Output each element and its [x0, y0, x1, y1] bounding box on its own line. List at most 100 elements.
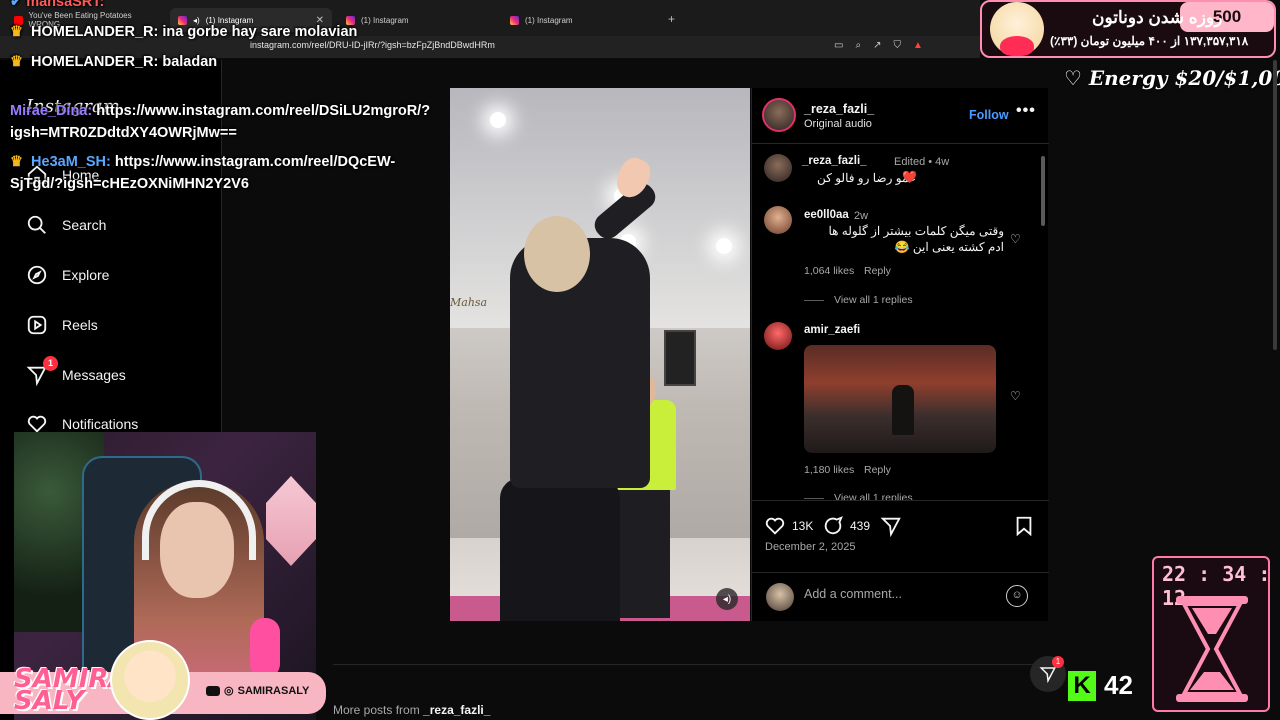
bookmark-icon [1016, 516, 1032, 537]
audio-label[interactable]: Original audio [804, 118, 872, 130]
follow-button[interactable]: Follow [969, 108, 1009, 122]
nav-label: Messages [62, 367, 126, 383]
instagram-icon: ◎ [224, 685, 234, 697]
replies-divider [804, 300, 824, 301]
share-icon[interactable]: ↗ [873, 40, 881, 51]
scroll-thumb[interactable] [1041, 156, 1045, 226]
heart-icon [765, 517, 785, 535]
comment-likes[interactable]: 1,064 likes [804, 265, 854, 277]
url-text[interactable]: instagram.com/reel/DRU-ID-jIRr/?igsh=bzF… [250, 40, 495, 50]
chat-username: HOMELANDER_R: [31, 54, 159, 70]
reel-details-panel: _reza_fazli_ Original audio Follow ••• _… [751, 88, 1049, 621]
chat-message: igsh=MTR0ZDdtdXY4OWRjMw== [10, 125, 237, 141]
chat-text: https://www.instagram.com/reel/DSiLU2mgr… [96, 103, 431, 119]
screen-cast-icon[interactable]: ▭ [834, 40, 843, 51]
instagram-icon [510, 15, 519, 25]
comment-button[interactable]: 439 [822, 515, 870, 537]
donation-title: روزه شدن دوناتون [1092, 8, 1223, 27]
like-comment-icon[interactable]: ♡ [1010, 389, 1021, 403]
extension-icon[interactable]: ▲ [913, 40, 923, 51]
cartoon-avatar [110, 640, 190, 720]
view-replies-button[interactable]: View all 1 replies [834, 492, 913, 500]
crown-icon: ♛ [10, 154, 23, 170]
tab-label: (1) Instagram [525, 15, 573, 25]
comment-likes[interactable]: 1,180 likes [804, 464, 854, 476]
comment-input[interactable] [804, 587, 1004, 601]
chat-username: Mirae_Dina: [10, 103, 93, 119]
post-date: December 2, 2025 [765, 541, 856, 553]
tab-instagram[interactable]: (1) Instagram [338, 8, 498, 32]
tab-instagram[interactable]: (1) Instagram [502, 8, 662, 32]
child-figure [524, 216, 590, 292]
nav-search[interactable]: Search [26, 214, 106, 236]
reply-button[interactable]: Reply [864, 464, 891, 476]
chat-message: Mirae_Dina: https://www.instagram.com/re… [10, 103, 430, 119]
chat-username: mahsaSRT: [26, 0, 105, 10]
verified-icon: ✔ [10, 0, 23, 10]
comment-username[interactable]: _reza_fazli_ [802, 155, 867, 167]
paper-plane-icon [880, 517, 901, 537]
comment-username[interactable]: amir_zaefi [804, 324, 860, 336]
chat-text: ina gorbe hay sare molavian [162, 24, 358, 40]
wall-tv [664, 330, 696, 386]
comment-text: وقتی میگن کلمات بیشتر از گلوله ها [828, 224, 1004, 238]
chat-username: HOMELANDER_R: [31, 24, 159, 40]
scroll-thumb[interactable] [1273, 60, 1277, 350]
shield-icon[interactable]: ⛉ [893, 40, 901, 51]
section-divider [333, 664, 1048, 665]
crown-icon: ♛ [10, 24, 23, 40]
view-replies-button[interactable]: View all 1 replies [834, 294, 913, 306]
comments-scrollbar[interactable] [1040, 146, 1046, 496]
compass-icon [26, 264, 48, 286]
comment-username[interactable]: ee0ll0aa [804, 209, 849, 221]
nav-explore[interactable]: Explore [26, 264, 109, 286]
search-icon [26, 214, 48, 236]
ceiling-light [716, 238, 732, 254]
new-tab-button[interactable]: + [668, 12, 675, 26]
ceiling-light [490, 112, 506, 128]
nav-label: Reels [62, 317, 98, 333]
like-comment-icon[interactable]: ♡ [1010, 232, 1021, 246]
author-avatar[interactable] [762, 98, 796, 132]
social-handle-text: SAMIRASALY [237, 684, 310, 697]
emoji-icon[interactable]: ☺ [1006, 585, 1028, 607]
chat-message: ✔ mahsaSRT: [10, 0, 104, 10]
gif-figure [892, 385, 914, 435]
comment-count: 439 [850, 519, 871, 533]
chat-text: SjTgd/?igsh=cHEzOXNiMHN2Y2V6 [10, 176, 249, 192]
chat-text: igsh=MTR0ZDdtdXY4OWRjMw== [10, 125, 237, 141]
reply-button[interactable]: Reply [864, 265, 891, 277]
comment-icon [824, 516, 843, 535]
nav-label: Explore [62, 267, 110, 283]
viewer-count: 42 [1104, 670, 1133, 700]
red-heart-emoji: ❤️ [902, 170, 917, 184]
nav-messages[interactable]: 1 Messages [26, 356, 126, 386]
reel-video[interactable]: Mahsa ◂) [450, 88, 750, 621]
comment-avatar[interactable] [764, 206, 792, 234]
nav-reels[interactable]: Reels [26, 314, 98, 336]
comment-avatar[interactable] [764, 154, 792, 182]
zoom-icon[interactable]: ⌕ [855, 40, 861, 51]
chat-text: https://www.instagram.com/reel/DQcEW- [114, 154, 396, 170]
like-button[interactable]: 13K [764, 515, 813, 537]
comment-gif-image[interactable] [804, 345, 996, 453]
comment-text: عمو رضا رو فالو کن [817, 171, 916, 185]
page-scrollbar[interactable] [1272, 60, 1278, 360]
heart-icon [1000, 36, 1034, 56]
hourglass-icon [1176, 596, 1248, 702]
comment-meta: Edited • 4w [894, 156, 950, 168]
chat-text: baladan [162, 54, 218, 70]
author-username[interactable]: _reza_fazli_ [804, 102, 874, 116]
more-options-icon[interactable]: ••• [1016, 102, 1036, 120]
youtube-icon [206, 685, 220, 696]
save-button[interactable] [1014, 515, 1034, 537]
current-user-avatar [766, 583, 794, 611]
more-posts-user[interactable]: _reza_fazli_ [423, 703, 490, 717]
microphone [250, 618, 280, 678]
comment-avatar[interactable] [764, 322, 792, 350]
social-handle: ◎ SAMIRASALY [206, 684, 309, 697]
share-button[interactable] [880, 515, 902, 537]
more-posts-heading: More posts from _reza_fazli_ [333, 703, 490, 717]
mute-button[interactable]: ◂) [716, 588, 738, 610]
chat-message: ♛ HOMELANDER_R: baladan [10, 54, 217, 70]
